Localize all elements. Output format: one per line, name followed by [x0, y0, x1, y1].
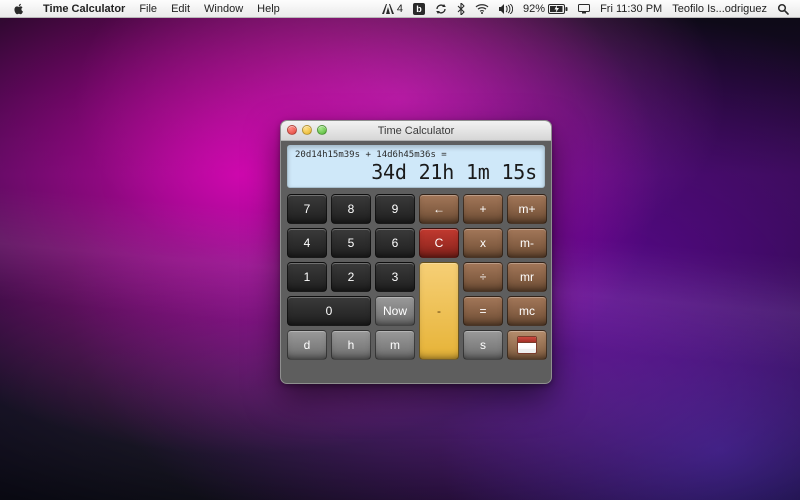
displays-menuextra[interactable] — [573, 0, 595, 18]
key-days[interactable]: d — [287, 330, 327, 360]
adobe-icon — [382, 4, 394, 14]
menu-edit[interactable]: Edit — [164, 3, 197, 15]
display: 20d14h15m39s + 14d6h45m36s = 34d 21h 1m … — [287, 145, 545, 188]
user-name: Teofilo Is...odriguez — [672, 3, 767, 15]
key-memory-recall[interactable]: mr — [507, 262, 547, 292]
volume-icon — [499, 4, 513, 14]
battery-menuextra[interactable]: 92% — [518, 0, 573, 18]
battery-percent: 92% — [523, 3, 545, 15]
key-seconds[interactable]: s — [463, 330, 503, 360]
key-equals[interactable]: = — [463, 296, 503, 326]
wifi-icon — [475, 4, 489, 14]
menu-file[interactable]: File — [132, 3, 164, 15]
adobe-menuextra[interactable]: 4 — [377, 0, 408, 18]
minimize-button[interactable] — [302, 125, 312, 135]
key-2[interactable]: 2 — [331, 262, 371, 292]
clock-menuextra[interactable]: Fri 11:30 PM — [595, 0, 667, 18]
keypad: 7 8 9 ← + m+ 4 5 6 C x m- 1 2 3 - ÷ mr 0… — [287, 194, 545, 360]
sync-menuextra[interactable] — [430, 0, 452, 18]
zoom-button[interactable] — [317, 125, 327, 135]
key-plus[interactable]: + — [463, 194, 503, 224]
key-1[interactable]: 1 — [287, 262, 327, 292]
result-line: 34d 21h 1m 15s — [295, 160, 537, 184]
apple-logo-icon — [13, 3, 25, 15]
key-minutes[interactable]: m — [375, 330, 415, 360]
calculator-body: 20d14h15m39s + 14d6h45m36s = 34d 21h 1m … — [281, 141, 551, 368]
wifi-menuextra[interactable] — [470, 0, 494, 18]
apple-menu[interactable] — [6, 3, 36, 15]
user-menuextra[interactable]: Teofilo Is...odriguez — [667, 0, 772, 18]
key-clear[interactable]: C — [419, 228, 459, 258]
menubar-left: Time Calculator File Edit Window Help — [6, 3, 287, 15]
key-0[interactable]: 0 — [287, 296, 371, 326]
window-controls — [287, 125, 327, 135]
sync-icon — [435, 3, 447, 15]
key-minus[interactable]: - — [419, 262, 459, 360]
bluetooth-menuextra[interactable] — [452, 0, 470, 18]
menubar: Time Calculator File Edit Window Help 4 … — [0, 0, 800, 18]
menubar-right: 4 b 92% Fri 11:30 PM Teofilo Is...odrigu… — [377, 0, 794, 18]
b-square-icon: b — [413, 3, 425, 15]
bluetooth-icon — [457, 3, 465, 15]
spotlight-icon — [777, 3, 789, 15]
key-hours[interactable]: h — [331, 330, 371, 360]
key-memory-plus[interactable]: m+ — [507, 194, 547, 224]
key-3[interactable]: 3 — [375, 262, 415, 292]
clock-text: Fri 11:30 PM — [600, 3, 662, 15]
menu-window[interactable]: Window — [197, 3, 250, 15]
key-multiply[interactable]: x — [463, 228, 503, 258]
window-title: Time Calculator — [378, 125, 455, 137]
key-6[interactable]: 6 — [375, 228, 415, 258]
titlebar[interactable]: Time Calculator — [281, 121, 551, 141]
key-8[interactable]: 8 — [331, 194, 371, 224]
key-7[interactable]: 7 — [287, 194, 327, 224]
key-memory-minus[interactable]: m- — [507, 228, 547, 258]
key-now[interactable]: Now — [375, 296, 415, 326]
menu-help[interactable]: Help — [250, 3, 287, 15]
menuextra-b[interactable]: b — [408, 0, 430, 18]
displays-icon — [578, 4, 590, 14]
key-5[interactable]: 5 — [331, 228, 371, 258]
key-memory-clear[interactable]: mc — [507, 296, 547, 326]
key-4[interactable]: 4 — [287, 228, 327, 258]
expression-line: 20d14h15m39s + 14d6h45m36s = — [295, 150, 537, 160]
time-calculator-window: Time Calculator 20d14h15m39s + 14d6h45m3… — [280, 120, 552, 384]
close-button[interactable] — [287, 125, 297, 135]
battery-icon — [548, 4, 568, 14]
key-9[interactable]: 9 — [375, 194, 415, 224]
adobe-count: 4 — [397, 3, 403, 15]
key-calendar[interactable] — [507, 330, 547, 360]
menubar-app-name[interactable]: Time Calculator — [36, 3, 132, 15]
spotlight-menuextra[interactable] — [772, 0, 794, 18]
key-backspace[interactable]: ← — [419, 194, 459, 224]
key-divide[interactable]: ÷ — [463, 262, 503, 292]
volume-menuextra[interactable] — [494, 0, 518, 18]
calendar-icon — [517, 336, 537, 354]
